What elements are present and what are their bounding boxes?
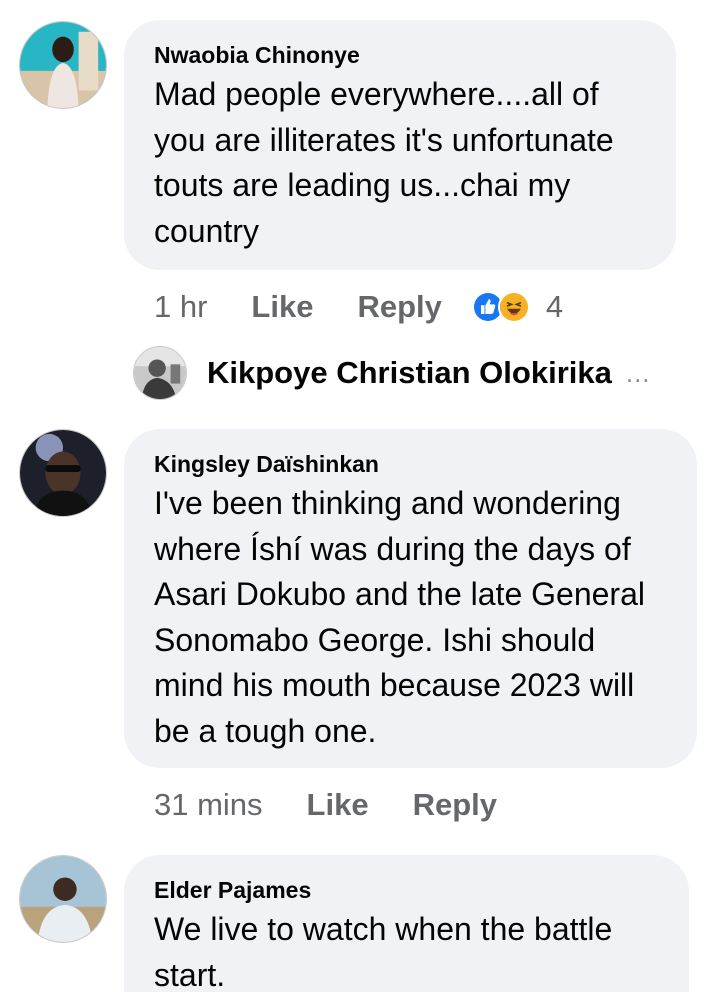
comments-thread: Nwaobia Chinonye Mad people everywhere..… [0, 0, 720, 992]
reply-button[interactable]: Reply [413, 787, 497, 823]
reply-author[interactable]: Kikpoye Christian Olokirika [207, 355, 612, 391]
comment-author[interactable]: Nwaobia Chinonye [154, 40, 648, 70]
avatar-photo-icon [134, 347, 186, 399]
comment-text: We live to watch when the battle start. [154, 911, 613, 992]
haha-reaction-icon [497, 291, 530, 323]
comment-actions: 1 hr Like Reply 4 [154, 285, 563, 329]
comment-timestamp[interactable]: 31 mins [154, 787, 263, 823]
reaction-summary[interactable]: 4 [471, 289, 564, 325]
avatar-photo-icon [20, 22, 106, 108]
comment-text: Mad people everywhere....all of you are … [154, 76, 614, 249]
avatar-photo-icon [20, 430, 106, 516]
comment-text: I've been thinking and wondering where Í… [154, 485, 645, 749]
comment-bubble: Nwaobia Chinonye Mad people everywhere..… [124, 20, 676, 270]
avatar-nwaobia[interactable] [19, 21, 107, 109]
avatar-photo-icon [20, 856, 106, 942]
reply-button[interactable]: Reply [357, 289, 441, 325]
comment-actions: 31 mins Like Reply [154, 783, 541, 827]
comment-author[interactable]: Kingsley Daïshinkan [154, 449, 669, 479]
reply-preview[interactable]: Kikpoye Christian Olokirika ... [133, 345, 651, 401]
comment-bubble: Kingsley Daïshinkan I've been thinking a… [124, 429, 697, 768]
avatar-elder[interactable] [19, 855, 107, 943]
comment-timestamp[interactable]: 1 hr [154, 289, 207, 325]
like-button[interactable]: Like [251, 289, 313, 325]
avatar-kingsley[interactable] [19, 429, 107, 517]
avatar-kikpoye[interactable] [133, 346, 187, 400]
comment-bubble: Elder Pajames We live to watch when the … [124, 855, 689, 992]
comment-author[interactable]: Elder Pajames [154, 875, 661, 905]
like-button[interactable]: Like [307, 787, 369, 823]
reaction-count: 4 [545, 289, 564, 324]
reply-ellipsis: ... [625, 357, 651, 388]
